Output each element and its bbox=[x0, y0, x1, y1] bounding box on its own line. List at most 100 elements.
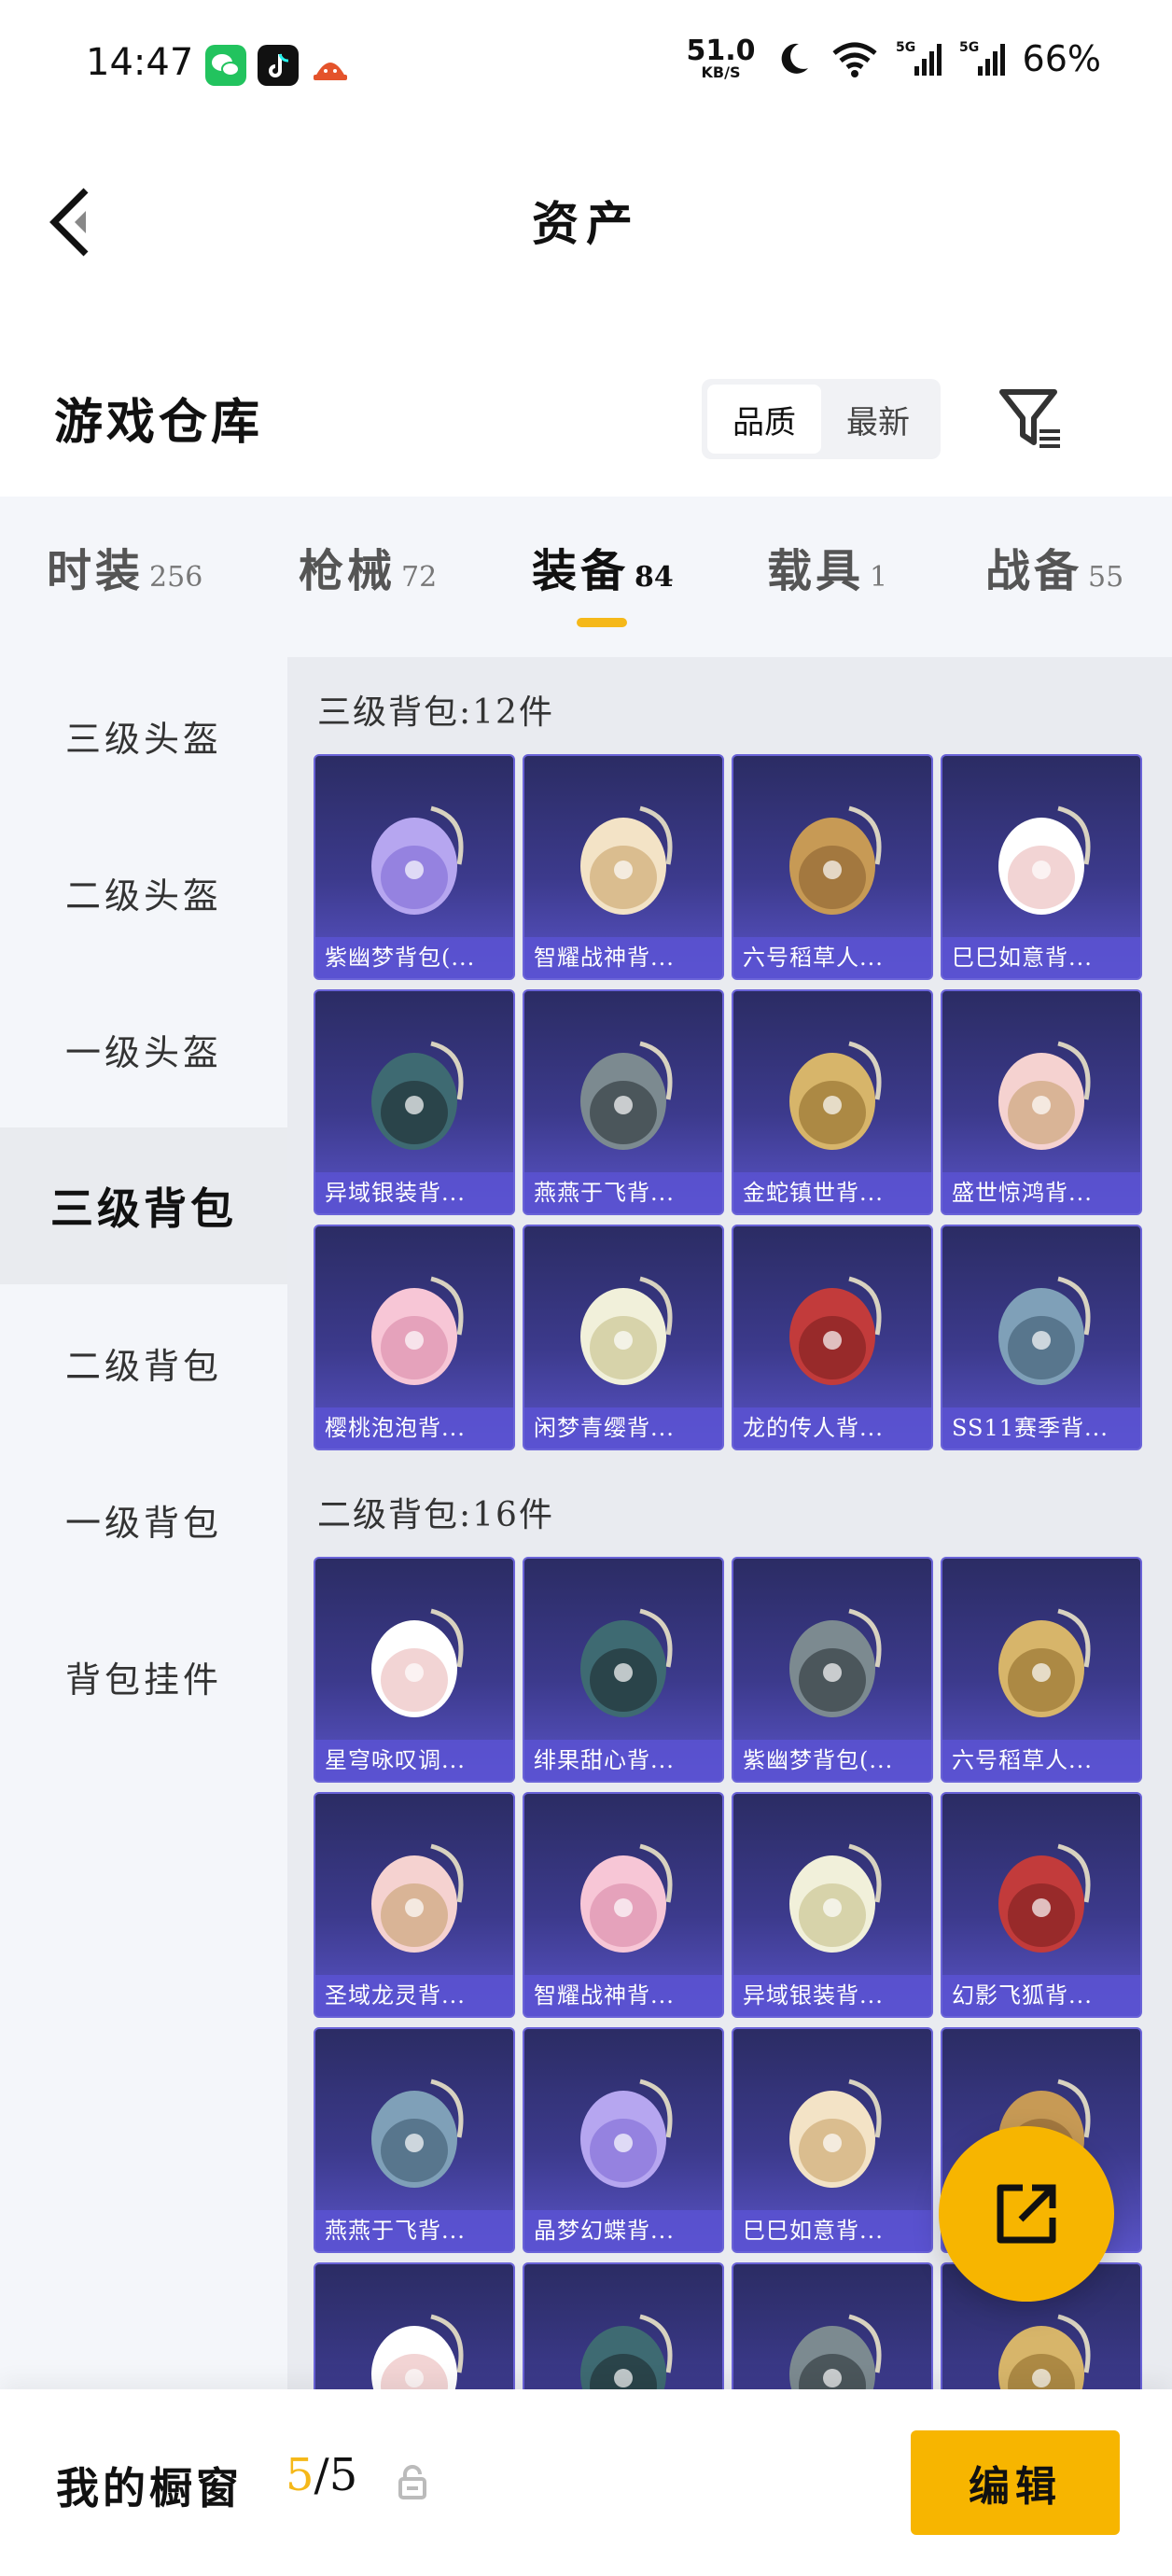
item-card[interactable]: 星穹咏叹调... bbox=[314, 1557, 515, 1783]
backpack-icon bbox=[371, 2314, 464, 2389]
item-card[interactable]: 智耀战神背... bbox=[523, 1792, 724, 2018]
item-name: 异域银装背... bbox=[733, 1975, 931, 2016]
item-card[interactable]: 六号稻草人... bbox=[732, 754, 933, 980]
backpack-icon bbox=[371, 1608, 464, 1717]
item-card[interactable]: 樱桃泡泡背... bbox=[314, 1225, 515, 1450]
wechat-icon bbox=[205, 45, 246, 86]
item-card[interactable] bbox=[732, 2262, 933, 2389]
backpack-icon bbox=[371, 805, 464, 915]
backpack-icon bbox=[580, 805, 673, 915]
backpack-icon bbox=[371, 2079, 464, 2188]
sidebar-item-backpack-3[interactable]: 三级背包 bbox=[0, 1127, 287, 1284]
item-name: 龙的传人背... bbox=[733, 1407, 931, 1449]
backpack-icon bbox=[998, 1608, 1091, 1717]
item-name: 燕燕于飞背... bbox=[315, 2210, 513, 2251]
showcase-count: 5/5 bbox=[286, 2449, 358, 2501]
item-card[interactable]: 燕燕于飞背... bbox=[314, 2027, 515, 2253]
item-name: 巳巳如意背... bbox=[942, 937, 1140, 978]
backpack-icon bbox=[998, 2314, 1091, 2389]
tab-firearms[interactable]: 枪械 72 bbox=[299, 534, 437, 599]
item-name: 紫幽梦背包(... bbox=[733, 1740, 931, 1781]
backpack-icon bbox=[371, 1843, 464, 1953]
backpack-icon bbox=[580, 2314, 673, 2389]
item-card[interactable]: 异域银装背... bbox=[732, 1792, 933, 2018]
category-tabs: 时装 256 枪械 72 装备 84 载具 1 战备 55 bbox=[0, 497, 1172, 657]
section-title-backpack-2: 二级背包:16件 bbox=[317, 1496, 554, 1534]
item-name: 燕燕于飞背... bbox=[524, 1172, 722, 1213]
edit-button[interactable]: 编辑 bbox=[911, 2430, 1120, 2535]
share-icon bbox=[997, 2184, 1056, 2244]
showcase-label: 我的橱窗 bbox=[56, 2463, 243, 2513]
wifi-icon bbox=[831, 42, 877, 77]
share-fab-button[interactable] bbox=[939, 2126, 1114, 2302]
battery-level: 66% bbox=[1022, 38, 1101, 79]
bottom-bar: 我的橱窗 5/5 编辑 bbox=[0, 2389, 1172, 2576]
sort-quality-option[interactable]: 品质 bbox=[707, 385, 821, 454]
item-card[interactable]: 幻影飞狐背... bbox=[941, 1792, 1142, 2018]
svg-text:5G: 5G bbox=[959, 40, 979, 55]
item-name: 圣域龙灵背... bbox=[315, 1975, 513, 2016]
sidebar-item-backpack-charm[interactable]: 背包挂件 bbox=[0, 1598, 287, 1755]
backpack-icon bbox=[998, 1276, 1091, 1385]
section-title-backpack-3: 三级背包:12件 bbox=[317, 693, 554, 732]
item-name: 六号稻草人... bbox=[733, 937, 931, 978]
item-card[interactable]: 紫幽梦背包(... bbox=[732, 1557, 933, 1783]
item-card[interactable]: 盛世惊鸿背... bbox=[941, 989, 1142, 1215]
active-tab-indicator bbox=[577, 618, 627, 627]
tiktok-icon bbox=[258, 45, 299, 86]
svg-text:5G: 5G bbox=[896, 40, 915, 55]
sidebar-item-backpack-1[interactable]: 一级背包 bbox=[0, 1441, 287, 1598]
tab-equipment[interactable]: 装备 84 bbox=[532, 534, 674, 599]
lock-icon bbox=[398, 2465, 426, 2499]
warehouse-title: 游戏仓库 bbox=[54, 394, 264, 451]
game-app-icon bbox=[310, 45, 351, 86]
item-card[interactable]: SS11赛季背... bbox=[941, 1225, 1142, 1450]
item-card[interactable]: 燕燕于飞背... bbox=[523, 989, 724, 1215]
sidebar-item-helmet-2[interactable]: 二级头盔 bbox=[0, 814, 287, 971]
sort-toggle: 品质 最新 bbox=[702, 379, 941, 459]
item-card[interactable] bbox=[314, 2262, 515, 2389]
backpack-icon bbox=[789, 2314, 882, 2389]
tab-vehicles[interactable]: 载具 1 bbox=[767, 534, 887, 599]
backpack-icon bbox=[371, 1041, 464, 1150]
backpack-icon bbox=[789, 805, 882, 915]
sidebar-item-helmet-1[interactable]: 一级头盔 bbox=[0, 971, 287, 1127]
backpack-icon bbox=[580, 2079, 673, 2188]
item-name: 巳巳如意背... bbox=[733, 2210, 931, 2251]
sidebar-item-backpack-2[interactable]: 二级背包 bbox=[0, 1284, 287, 1441]
item-card[interactable]: 巳巳如意背... bbox=[732, 2027, 933, 2253]
sort-newest-option[interactable]: 最新 bbox=[821, 385, 935, 454]
item-card[interactable]: 圣域龙灵背... bbox=[314, 1792, 515, 2018]
item-card[interactable] bbox=[523, 2262, 724, 2389]
item-card[interactable]: 龙的传人背... bbox=[732, 1225, 933, 1450]
item-card[interactable]: 绯果甜心背... bbox=[523, 1557, 724, 1783]
backpack-icon bbox=[580, 1276, 673, 1385]
signal-icon-2: 5G bbox=[959, 40, 1005, 76]
filter-icon bbox=[999, 389, 1060, 448]
item-card[interactable]: 六号稻草人... bbox=[941, 1557, 1142, 1783]
item-name: 闲梦青缨背... bbox=[524, 1407, 722, 1449]
item-card[interactable]: 晶梦幻蝶背... bbox=[523, 2027, 724, 2253]
tab-fashion[interactable]: 时装 256 bbox=[47, 534, 202, 599]
backpack-icon bbox=[789, 1276, 882, 1385]
item-card[interactable]: 紫幽梦背包(... bbox=[314, 754, 515, 980]
backpack-icon bbox=[580, 1843, 673, 1953]
item-card[interactable]: 巳巳如意背... bbox=[941, 754, 1142, 980]
item-name: 晶梦幻蝶背... bbox=[524, 2210, 722, 2251]
item-card[interactable]: 智耀战神背... bbox=[523, 754, 724, 980]
item-name: 智耀战神背... bbox=[524, 937, 722, 978]
backpack-icon bbox=[998, 1041, 1091, 1150]
backpack-icon bbox=[371, 1276, 464, 1385]
backpack-icon bbox=[789, 1041, 882, 1150]
status-bar: 14:47 51.0 KB/S 5G 5G 66% bbox=[0, 0, 1172, 131]
item-card[interactable]: 金蛇镇世背... bbox=[732, 989, 933, 1215]
item-card[interactable]: 闲梦青缨背... bbox=[523, 1225, 724, 1450]
sidebar-item-helmet-3[interactable]: 三级头盔 bbox=[0, 657, 287, 814]
backpack-icon bbox=[789, 2079, 882, 2188]
item-card[interactable]: 异域银装背... bbox=[314, 989, 515, 1215]
item-name: 异域银装背... bbox=[315, 1172, 513, 1213]
tab-supplies[interactable]: 战备 55 bbox=[985, 534, 1123, 599]
filter-button[interactable] bbox=[997, 383, 1067, 454]
item-name: 紫幽梦背包(... bbox=[315, 937, 513, 978]
signal-icon-1: 5G bbox=[896, 40, 942, 76]
